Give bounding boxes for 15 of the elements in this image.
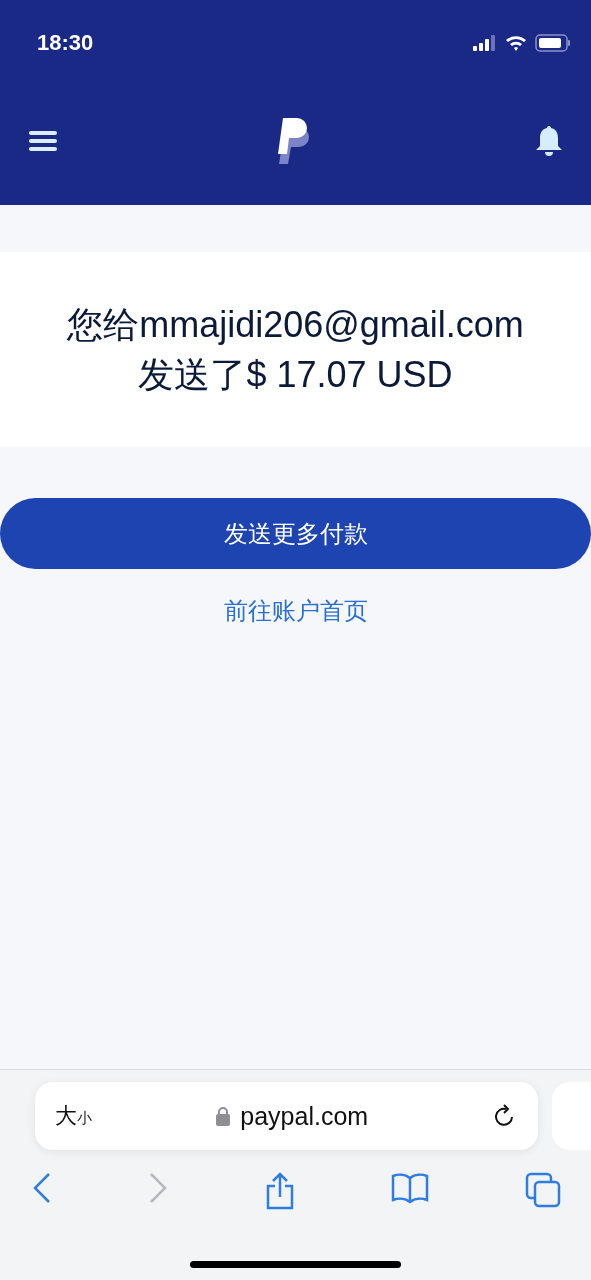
account-home-link[interactable]: 前往账户首页 (223, 595, 368, 627)
tabs-button[interactable] (525, 1172, 561, 1210)
recipient-text: 您给mmajidi206@gmail.com (67, 302, 524, 347)
status-time: 18:30 (37, 30, 94, 56)
address-bar[interactable]: 大小 paypal.com (35, 1082, 539, 1150)
signal-icon (473, 35, 497, 51)
text-size-button[interactable]: 大小 (55, 1101, 92, 1131)
battery-icon (535, 34, 571, 52)
menu-icon[interactable] (28, 129, 58, 152)
bell-icon[interactable] (535, 124, 563, 157)
amount-text: 发送了$ 17.07 USD (138, 352, 453, 397)
send-more-button[interactable]: 发送更多付款 (0, 498, 591, 569)
lock-icon (216, 1106, 231, 1126)
url-text: paypal.com (240, 1101, 369, 1131)
wifi-icon (505, 35, 527, 51)
